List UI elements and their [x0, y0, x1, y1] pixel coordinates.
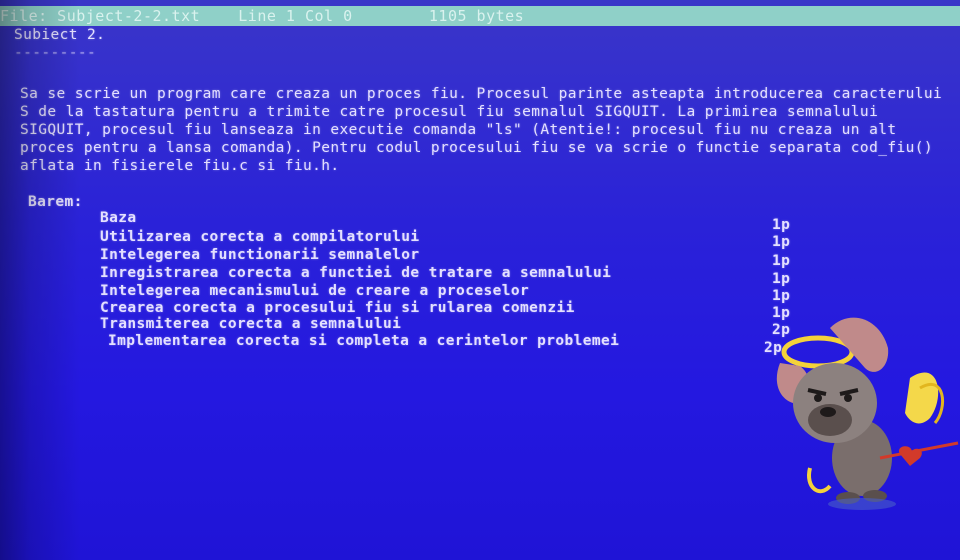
barem-item-points: 1p [772, 253, 791, 269]
barem-item-label: Utilizarea corecta a compilatorului [100, 229, 420, 245]
paragraph-line: aflata in fisierele fiu.c si fiu.h. [20, 158, 340, 174]
paragraph-line: S de la tastatura pentru a trimite catre… [20, 104, 879, 120]
barem-item-label: Inregistrarea corecta a functiei de trat… [100, 265, 612, 281]
barem-item-points: 1p [772, 217, 791, 233]
status-filename: File: Subject-2-2.txt [0, 7, 201, 25]
editor-screen: File: Subject-2-2.txt Line 1 Col 0 1105 … [0, 0, 960, 560]
paragraph-line: SIGQUIT, procesul fiu lanseaza in execut… [20, 122, 897, 138]
document-title: Subiect 2. [14, 27, 106, 43]
status-cursor-position: Line 1 Col 0 [238, 7, 353, 25]
barem-item-label: Transmiterea corecta a semnalului [100, 316, 402, 332]
barem-item-label: Intelegerea functionarii semnalelor [100, 247, 420, 263]
paragraph-line: Sa se scrie un program care creaza un pr… [20, 86, 943, 102]
barem-item-points: 1p [772, 288, 791, 304]
barem-label: Barem: [28, 194, 83, 210]
angel-dog-sticker-icon [776, 317, 959, 510]
barem-item-label: Intelegerea mecanismului de creare a pro… [100, 283, 530, 299]
barem-item-label: Baza [100, 210, 137, 226]
paragraph-line: proces pentru a lansa comanda). Pentru c… [20, 140, 933, 156]
status-bar: File: Subject-2-2.txt Line 1 Col 0 1105 … [0, 6, 960, 26]
barem-item-label: Implementarea corecta si completa a ceri… [108, 333, 620, 349]
barem-item-points: 1p [772, 234, 791, 250]
barem-item-label: Crearea corecta a procesului fiu si rula… [100, 300, 575, 316]
status-file-size: 1105 bytes [428, 7, 525, 25]
barem-item-points: 1p [772, 271, 791, 287]
title-underline: --------- [14, 45, 97, 61]
